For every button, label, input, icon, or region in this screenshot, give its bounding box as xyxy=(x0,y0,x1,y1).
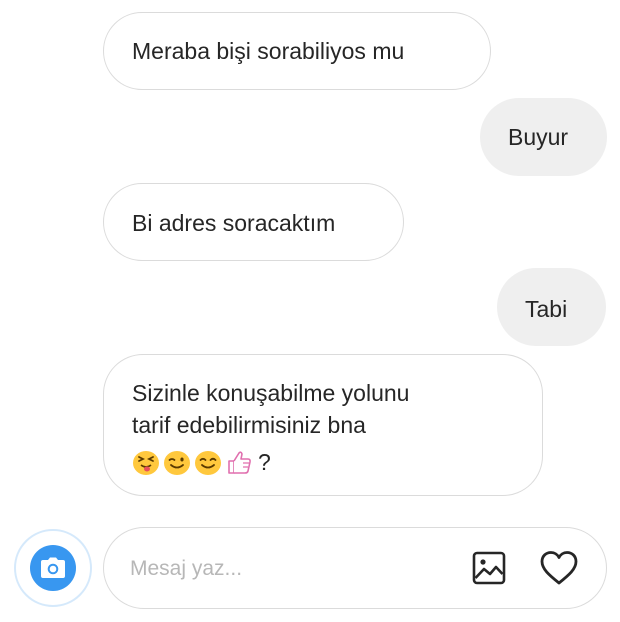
camera-button[interactable] xyxy=(14,529,92,607)
message-trailing-text: ? xyxy=(258,449,271,475)
gallery-button[interactable] xyxy=(469,548,509,588)
winking-emoji xyxy=(164,451,190,475)
emoji-row: ? xyxy=(132,445,542,479)
outgoing-message: Tabi xyxy=(497,268,606,346)
message-text: Meraba bişi sorabiliyos mu xyxy=(132,38,405,64)
gallery-icon xyxy=(472,551,506,585)
message-text: Buyur xyxy=(508,124,569,150)
squinting-tongue-emoji xyxy=(133,451,159,475)
incoming-message: Meraba bişi sorabiliyos mu xyxy=(103,12,491,90)
camera-icon xyxy=(41,557,65,578)
outgoing-message: Buyur xyxy=(480,98,607,176)
camera-icon-circle xyxy=(30,545,76,591)
incoming-message: Sizinle konuşabilme yolunu tarif edebili… xyxy=(103,354,543,496)
message-text: Tabi xyxy=(525,296,568,322)
message-input[interactable] xyxy=(130,554,430,584)
incoming-message: Bi adres soracaktım xyxy=(103,183,404,261)
message-composer xyxy=(103,527,607,609)
heart-icon xyxy=(540,551,578,585)
message-text-line: Sizinle konuşabilme yolunu xyxy=(132,380,410,406)
message-text-line: tarif edebilirmisiniz bna xyxy=(132,412,366,438)
smiling-emoji xyxy=(195,451,221,475)
message-text: Bi adres soracaktım xyxy=(132,210,336,236)
like-button[interactable] xyxy=(537,546,581,590)
thumbs-up-emoji xyxy=(228,451,251,474)
